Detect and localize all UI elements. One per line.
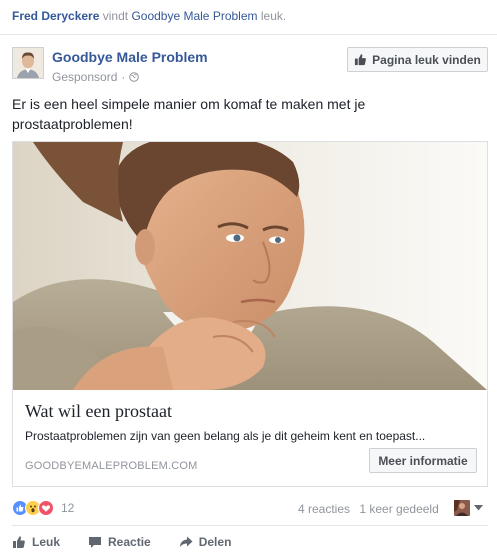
viewer-identity-selector[interactable]: [454, 500, 483, 516]
like-action-label: Leuk: [32, 535, 61, 549]
learn-more-button[interactable]: Meer informatie: [369, 448, 477, 473]
reactions-summary[interactable]: 12: [12, 500, 74, 516]
share-arrow-icon: [179, 536, 193, 548]
card-headline[interactable]: Wat wil een prostaat: [25, 401, 172, 422]
sponsored-label-row: Gesponsord ·: [52, 70, 140, 84]
page-avatar[interactable]: [12, 47, 44, 79]
divider: [0, 34, 497, 35]
link-preview-card[interactable]: Wat wil een prostaat Prostaatproblemen z…: [12, 141, 488, 487]
engagement-stats: 4 reacties 1 keer gedeeld: [298, 502, 439, 516]
man-portrait-image: [13, 142, 487, 390]
comment-count-link[interactable]: 4 reacties: [298, 502, 350, 516]
meta-separator: ·: [121, 70, 126, 84]
thumbs-up-icon: [355, 54, 367, 66]
like-page-button[interactable]: Pagina leuk vinden: [347, 47, 488, 72]
comment-icon: [89, 537, 102, 548]
thumbs-up-icon: [13, 536, 25, 548]
post-text: Er is een heel simpele manier om komaf t…: [12, 96, 366, 132]
comment-action-button[interactable]: Reactie: [88, 535, 151, 549]
globe-icon: [129, 72, 140, 82]
post-actions: Leuk Reactie Delen: [12, 535, 259, 549]
divider: [12, 525, 488, 526]
share-action-label: Delen: [198, 535, 232, 549]
like-action-button[interactable]: Leuk: [12, 535, 60, 549]
reaction-count[interactable]: 12: [61, 501, 74, 515]
social-context: Fred Deryckere vindt Goodbye Male Proble…: [12, 9, 286, 23]
friend-name-link[interactable]: Fred Deryckere: [12, 9, 99, 23]
ad-image[interactable]: [13, 142, 487, 390]
social-context-verb: vindt: [102, 9, 129, 23]
card-domain: GOODBYEMALEPROBLEM.COM: [25, 460, 198, 472]
comment-action-label: Reactie: [108, 535, 151, 549]
card-description: Prostaatproblemen zijn van geen belang a…: [25, 429, 426, 443]
share-action-button[interactable]: Delen: [179, 535, 232, 549]
sponsored-label[interactable]: Gesponsord: [52, 70, 117, 84]
share-count-link[interactable]: 1 keer gedeeld: [359, 502, 438, 516]
chevron-down-icon: [474, 505, 483, 511]
viewer-avatar: [454, 500, 470, 516]
page-name-link[interactable]: Goodbye Male Problem: [131, 9, 257, 23]
post-page-name[interactable]: Goodbye Male Problem: [52, 49, 208, 65]
like-page-label: Pagina leuk vinden: [372, 52, 481, 67]
social-context-suffix: leuk.: [260, 9, 287, 23]
love-reaction-icon: [38, 500, 54, 516]
